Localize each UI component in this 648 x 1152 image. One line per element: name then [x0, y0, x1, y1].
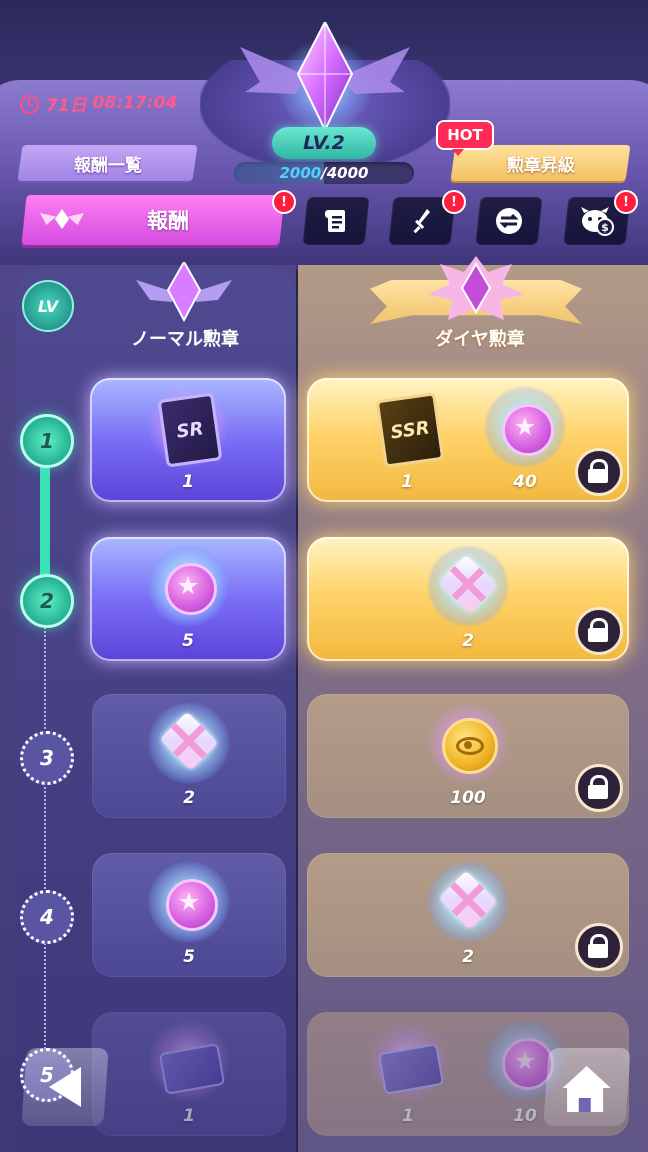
reward-card-normal[interactable]: 2 — [92, 694, 286, 818]
lock-icon — [575, 923, 623, 971]
tab-missions[interactable] — [302, 197, 370, 245]
sword-icon — [413, 209, 430, 234]
reward-card-diamond[interactable]: 100 — [307, 694, 629, 818]
diamond-medal-title: ダイヤ勲章 — [435, 329, 525, 350]
level-pill: LV.2 — [272, 127, 376, 159]
xp-max: 4000 — [326, 164, 369, 182]
alarm-clock-icon — [18, 92, 40, 114]
level-node: 1 — [20, 414, 74, 468]
reward-qty: 5 — [182, 631, 194, 651]
reward-qty: 1 — [183, 1106, 195, 1126]
reward-card-normal[interactable]: 1 — [92, 1012, 286, 1136]
xp-text: 2000/4000 — [234, 162, 414, 184]
medal-upgrade-button[interactable]: 勲章昇級 — [450, 145, 631, 181]
reward-qty: 2 — [183, 788, 195, 808]
reward-qty: 40 — [513, 472, 537, 492]
diamond-medal-icon — [428, 256, 524, 320]
xp-progress-bar: 2000/4000 — [234, 162, 414, 184]
rewards-list-button[interactable]: 報酬一覧 — [17, 145, 198, 181]
back-arrow-icon — [49, 1067, 81, 1107]
reward-qty: 1 — [401, 472, 413, 492]
exchange-icon — [496, 208, 522, 234]
level-node: 4 — [20, 890, 74, 944]
timer-days: 71日 — [46, 95, 87, 116]
sr-card-icon: SR — [157, 392, 223, 468]
season-timer: 71日 08:17:04 — [18, 90, 177, 116]
reward-qty: 1 — [402, 1106, 414, 1126]
reward-qty: 2 — [462, 947, 474, 967]
tab-rewards[interactable]: 報酬 — [21, 195, 285, 245]
alert-badge: ! — [272, 190, 296, 214]
header: 71日 08:17:04 LV.2 2000 / 4000 報酬一覧 勲章昇級 … — [0, 0, 648, 270]
winged-crystal-icon — [40, 205, 84, 235]
battle-pass-screen: 71日 08:17:04 LV.2 2000 / 4000 報酬一覧 勲章昇級 … — [0, 0, 648, 1152]
alert-badge: ! — [442, 190, 466, 214]
lock-icon — [575, 607, 623, 655]
gem-coin-icon — [502, 404, 554, 456]
normal-medal-title: ノーマル勲章 — [131, 329, 239, 350]
xp-current: 2000 — [279, 164, 322, 182]
alert-badge: ! — [614, 190, 638, 214]
timer-time: 08:17:04 — [92, 93, 178, 113]
reward-qty: 1 — [182, 472, 194, 492]
reward-card-diamond[interactable]: SSR 1 40 — [307, 378, 629, 502]
gem-coin-icon — [165, 563, 217, 615]
reward-card-normal[interactable]: 5 — [90, 537, 286, 661]
reward-card-normal[interactable]: SR 1 — [90, 378, 286, 502]
home-icon — [562, 1066, 611, 1088]
medal-upgrade-label: 勲章昇級 — [506, 155, 575, 176]
reward-qty: 2 — [462, 631, 474, 651]
hot-badge: HOT — [436, 120, 494, 156]
reward-qty: 100 — [450, 788, 486, 808]
home-button[interactable] — [543, 1048, 631, 1126]
reward-qty: 5 — [183, 947, 195, 967]
lock-icon — [575, 764, 623, 812]
winged-crystal-medal-icon — [240, 22, 410, 132]
lv-badge: LV — [22, 280, 74, 332]
rewards-list-label: 報酬一覧 — [73, 155, 142, 176]
back-button[interactable] — [21, 1048, 109, 1126]
tab-exchange[interactable] — [475, 197, 543, 245]
reward-card-diamond[interactable]: 2 — [307, 853, 629, 977]
reward-card-diamond[interactable]: 2 — [307, 537, 629, 661]
level-node: 3 — [20, 731, 74, 785]
svg-text:$: $ — [601, 221, 609, 234]
reward-card-normal[interactable]: 5 — [92, 853, 286, 977]
lock-icon — [575, 448, 623, 496]
normal-medal-icon — [136, 262, 232, 323]
pet-coin-icon: $ — [581, 207, 614, 236]
tab-rewards-label: 報酬 — [147, 209, 189, 233]
ssr-card-icon: SSR — [375, 392, 445, 468]
gold-coin-icon — [442, 718, 498, 774]
level-node: 2 — [20, 574, 74, 628]
scroll-icon — [325, 210, 345, 232]
level-track-pending — [44, 620, 46, 1060]
gem-coin-icon — [166, 879, 218, 931]
